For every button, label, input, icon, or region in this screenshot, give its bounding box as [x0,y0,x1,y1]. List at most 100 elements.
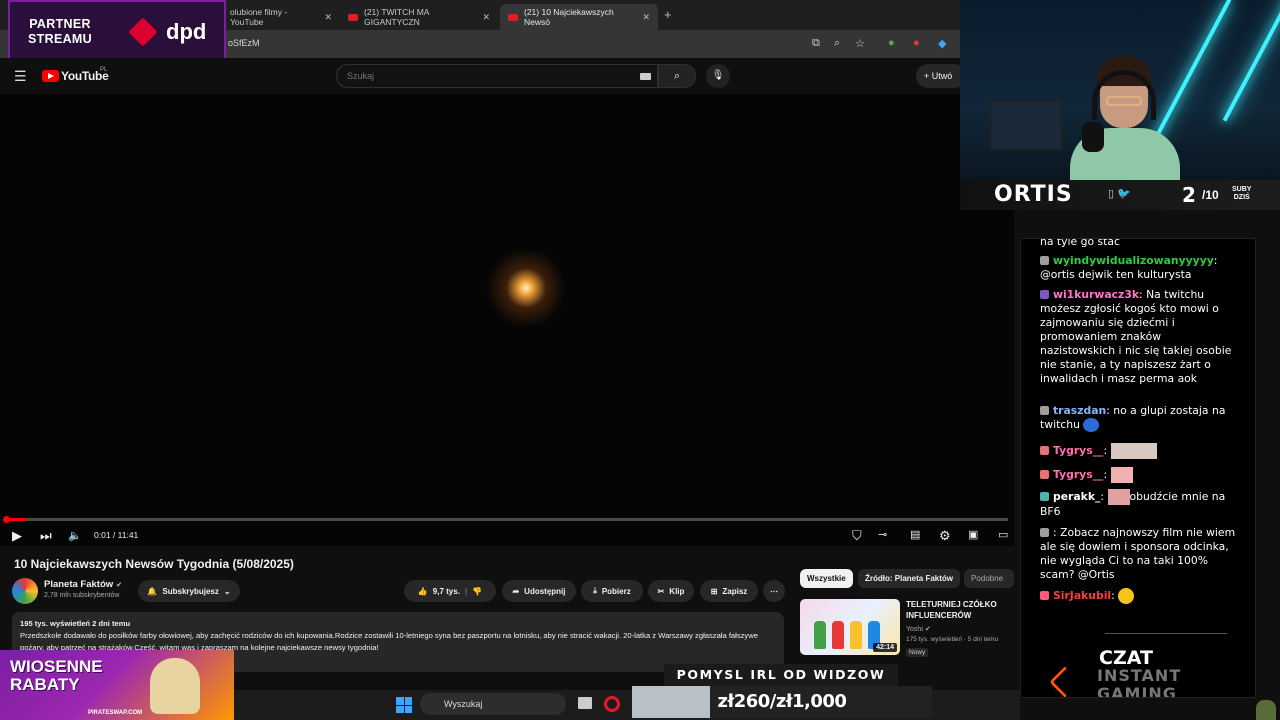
promo-line: RABATY [10,675,80,694]
settings-gear-icon[interactable]: ⚙ [939,528,951,544]
donation-goal-bar: zł260/zł1,000 [632,686,932,718]
dpd-logo: dpd [166,19,207,44]
chat-message: wi1kurwacz3k: Na twitchu możesz zgłosić … [1040,288,1232,385]
social-icons: ▯ 🐦 [1108,187,1131,200]
mute-badge-icon [1040,406,1049,415]
save-label: Zapisz [722,586,748,596]
voice-search-button[interactable]: 🎙 [706,64,730,88]
theater-mode-icon[interactable]: ▭ [998,528,1008,541]
zoom-icon[interactable]: ⌕ [834,37,840,50]
streamer-name-bar: ORTIS ▯ 🐦 2 /10 SUBY DZIŚ [960,180,1280,210]
chat-username[interactable]: wi1kurwacz3k [1053,288,1139,301]
file-explorer-icon[interactable] [578,697,592,709]
hamburger-menu-icon[interactable]: ☰ [14,68,27,85]
extension-icon[interactable]: ◆ [938,37,946,50]
new-tab-icon[interactable]: + [664,7,672,22]
opera-extension-icon[interactable]: ● [913,37,920,49]
shield-icon[interactable]: ⛉ [852,528,862,544]
close-icon[interactable]: ✕ [316,12,332,23]
next-icon[interactable]: ⏭ [40,528,52,544]
autoplay-toggle-icon[interactable]: ⊸ [878,528,887,541]
search-input[interactable] [347,71,627,81]
download-button[interactable]: ⤓ Pobierz [581,580,643,602]
youtube-header: ☰ YouTube PL ⌕ 🎙 + Utwó [0,58,966,94]
promo-banner: WIOSENNE RABATY PIRATESWAP.COM [0,650,234,720]
share-label: Udostępnij [524,586,566,596]
chat-username[interactable]: SirJakubil [1053,589,1111,602]
browser-tab[interactable]: olubione filmy - YouTube ✕ [222,4,340,30]
chat-message: wyindywidualizowanyyyyy: @ortis dejwik t… [1040,254,1218,281]
tab-title: (21) 10 Najciekawszych Newsó [524,7,614,27]
chip-source[interactable]: Źródło: Planeta Faktów [858,569,961,588]
progress-bar[interactable] [6,518,1008,521]
brand-line: GAMING [1097,684,1177,698]
chat-username[interactable]: Tygrys__ [1053,444,1103,457]
close-icon[interactable]: ✕ [634,12,650,23]
chat-username[interactable]: Tygrys__ [1053,468,1103,481]
twitter-icon: 🐦 [1117,188,1131,200]
thumbs-down-icon[interactable]: 👎 [472,587,482,596]
clip-button[interactable]: ✂ Klip [648,580,694,602]
divider: | [464,586,468,596]
windows-start-icon[interactable] [396,697,412,713]
sub-goal: /10 [1202,188,1219,202]
subs-today-label: SUBY DZIŚ [1232,186,1251,202]
related-video-channel[interactable]: Yoshi ✔ [906,625,931,633]
chat-message: : Zobacz najnowszy film nie wiem ale się… [1040,526,1236,581]
create-label: Utwó [931,71,953,81]
search-box[interactable] [336,64,658,88]
play-icon[interactable]: ▶ [12,528,22,544]
miniplayer-icon[interactable]: ▣ [968,528,978,541]
chat-username[interactable]: wyindywidualizowanyyyyy [1053,254,1214,267]
progress-scrubber[interactable] [3,516,10,523]
time-display: 0:01 / 11:41 [94,530,139,540]
youtube-favicon-icon [348,13,358,21]
close-icon[interactable]: ✕ [474,12,490,23]
create-button[interactable]: + Utwó [916,64,966,88]
url-field[interactable]: oSfEzM [228,38,260,48]
more-actions-button[interactable]: ⋯ [763,580,785,602]
thumbs-up-icon[interactable]: 👍 [418,587,428,596]
instant-gaming-logo: INSTANT GAMING [1097,667,1181,698]
related-video-title[interactable]: TELETURNIEJ CZÓŁKO INFLUENCERÓW [906,599,1012,621]
partner-line: STREAMU [28,32,92,46]
chat-username[interactable]: traszdan [1053,404,1106,417]
browser-tab-active[interactable]: (21) 10 Najciekawszych Newsó ✕ [500,4,658,30]
youtube-logo-icon[interactable] [42,70,59,82]
corner-mascot [1256,700,1276,720]
share-button[interactable]: ➦ Udostępnij [502,580,576,602]
save-button[interactable]: ⊞ Zapisz [700,580,758,602]
badge-icon [1040,492,1049,501]
opera-browser-icon[interactable] [604,696,620,712]
thumbnail-figure [832,621,844,649]
volume-icon[interactable]: 🔈 [68,529,82,542]
search-button[interactable]: ⌕ [658,64,696,88]
taskbar-search[interactable]: Wyszukaj [420,693,566,715]
verified-icon: ✔ [924,626,931,633]
chip-all[interactable]: Wszystkie [800,569,853,588]
like-count[interactable]: 9,7 tys. [433,587,460,596]
chat-username[interactable]: perakk_ [1053,490,1100,503]
browser-tab[interactable]: (21) TWITCH MA GIGANTYCZN ✕ [340,4,498,30]
video-player[interactable] [0,94,1014,546]
chip-similar[interactable]: Podobne [964,569,1014,588]
brand-line: INSTANT [1097,666,1182,685]
emote-icon [1118,588,1135,604]
subtitles-icon[interactable]: ▤ [910,528,920,541]
dpd-cube-icon [128,17,158,47]
region-code: PL [100,67,108,73]
related-video-thumbnail[interactable]: 42:14 [800,599,900,655]
partner-line: PARTNER [29,17,91,31]
view-count-date: 195 tys. wyświetleń 2 dni temu [20,619,131,628]
bookmark-star-icon[interactable]: ☆ [855,37,865,50]
channel-avatar[interactable] [12,578,38,604]
chat-text: na tyle go stać [1040,238,1120,248]
emote-icon [1110,443,1157,459]
new-badge: Nowy [906,648,929,657]
subscribed-button[interactable]: 🔔 Subskrybujesz ⌄ [138,580,240,602]
channel-name[interactable]: Planeta Faktów ✔ [44,579,122,590]
keyboard-icon[interactable] [640,73,651,80]
download-icon: ⤓ [593,586,597,595]
cast-icon[interactable]: ⧉ [812,37,820,50]
extension-icon[interactable]: ● [888,37,895,49]
